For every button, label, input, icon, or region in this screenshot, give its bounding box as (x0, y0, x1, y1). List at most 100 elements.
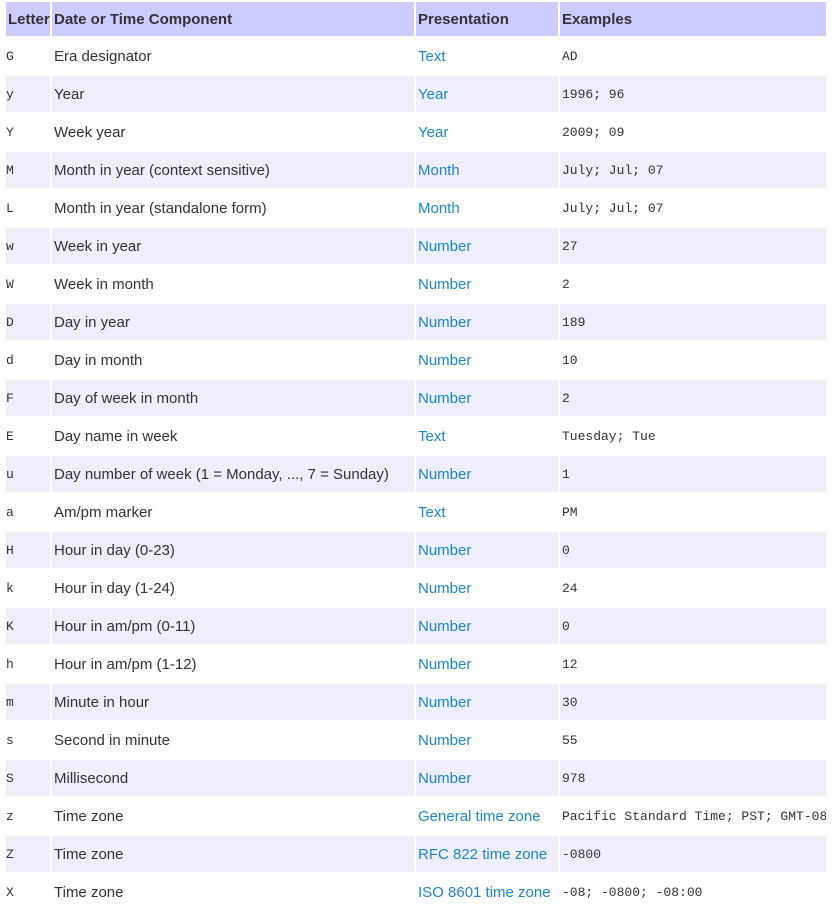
component-cell: Am/pm marker (54, 503, 153, 521)
presentation-link[interactable]: Year (416, 114, 558, 150)
letter-cell: S (6, 760, 50, 796)
presentation-link[interactable]: Number (416, 342, 558, 378)
presentation-link[interactable]: Number (416, 760, 558, 796)
component-cell: Year (52, 76, 414, 112)
table-row: M Month in year (context sensitive) Month J… (6, 152, 826, 188)
presentation-link[interactable]: RFC 822 time zone (416, 836, 558, 872)
examples-cell: AD (562, 48, 578, 64)
table-row: a Am/pm marker Text PM (6, 494, 826, 530)
examples-cell: 2 (560, 380, 826, 416)
letter-cell: y (6, 76, 50, 112)
presentation-link[interactable]: Number (416, 722, 558, 758)
presentation-link[interactable]: Text (416, 418, 558, 454)
examples-cell: 30 (560, 684, 826, 720)
presentation-link[interactable]: Number (416, 380, 558, 416)
table-row: s Second in minute Number 55 (6, 722, 826, 758)
examples-cell: 978 (560, 760, 826, 796)
letter-cell: X (6, 884, 14, 900)
letter-cell: M (6, 152, 50, 188)
examples-cell: 1996; 96 (560, 76, 826, 112)
presentation-link[interactable]: ISO 8601 time zone (416, 874, 558, 910)
table-row: K Hour in am/pm (0-11) Number 0 (6, 608, 826, 644)
header-examples: Examples (560, 2, 826, 36)
component-cell: Minute in hour (52, 684, 414, 720)
table-row: d Day in month Number 10 (6, 342, 826, 378)
letter-cell: K (6, 608, 50, 644)
presentation-link[interactable]: Text (416, 494, 558, 530)
examples-cell: Tuesday; Tue (562, 428, 656, 444)
letter-cell: E (6, 428, 14, 444)
letter-cell: D (6, 304, 50, 340)
component-cell: Hour in am/pm (1-12) (54, 655, 197, 673)
header-component: Date or Time Component (52, 2, 414, 36)
examples-cell: 12 (562, 656, 578, 672)
presentation-link[interactable]: Year (416, 76, 558, 112)
table-row: w Week in year Number 27 (6, 228, 826, 264)
component-cell: Era designator (54, 47, 152, 65)
examples-cell: PM (562, 504, 578, 520)
component-cell: Time zone (54, 883, 124, 901)
presentation-link[interactable]: Number (416, 266, 558, 302)
table-row: S Millisecond Number 978 (6, 760, 826, 796)
component-cell: Time zone (54, 807, 124, 825)
letter-cell: s (6, 732, 14, 748)
examples-cell: 0 (560, 608, 826, 644)
table-row: k Hour in day (1-24) Number 24 (6, 570, 826, 606)
presentation-link[interactable]: Month (416, 152, 558, 188)
presentation-link[interactable]: General time zone (416, 798, 558, 834)
component-cell: Day name in week (54, 427, 178, 445)
table-row: y Year Year 1996; 96 (6, 76, 826, 112)
examples-cell: 27 (560, 228, 826, 264)
table-row: L Month in year (standalone form) Month Jul… (6, 190, 826, 226)
letter-cell: H (6, 532, 50, 568)
component-cell: Week in month (54, 275, 154, 293)
table-row: H Hour in day (0-23) Number 0 (6, 532, 826, 568)
table-row: m Minute in hour Number 30 (6, 684, 826, 720)
component-cell: Second in minute (54, 731, 170, 749)
examples-cell: 24 (562, 580, 578, 596)
letter-cell: a (6, 504, 14, 520)
table-row: Y Week year Year 2009; 09 (6, 114, 826, 150)
examples-cell: 2009; 09 (562, 124, 625, 140)
letter-cell: Y (6, 124, 14, 140)
presentation-link[interactable]: Text (416, 38, 558, 74)
examples-cell: -08; -0800; -08:00 (562, 884, 703, 900)
letter-cell: h (6, 656, 14, 672)
letter-cell: Z (6, 836, 50, 872)
component-cell: Millisecond (52, 760, 414, 796)
component-cell: Hour in am/pm (0-11) (52, 608, 414, 644)
table-row: z Time zone General time zone Pacific Stand… (6, 798, 826, 834)
table-row: h Hour in am/pm (1-12) Number 12 (6, 646, 826, 682)
examples-cell: 2 (562, 276, 570, 292)
component-cell: Day of week in month (52, 380, 414, 416)
presentation-link[interactable]: Number (416, 570, 558, 606)
examples-cell: 55 (562, 732, 578, 748)
component-cell: Week in year (52, 228, 414, 264)
table-row: E Day name in week Text Tuesday; Tue (6, 418, 826, 454)
examples-cell: July; Jul; 07 (560, 152, 826, 188)
table-row: X Time zone ISO 8601 time zone -08; -0800; … (6, 874, 826, 910)
examples-cell: July; Jul; 07 (562, 200, 664, 216)
presentation-link[interactable]: Number (416, 646, 558, 682)
presentation-link[interactable]: Number (416, 228, 558, 264)
presentation-link[interactable]: Month (416, 190, 558, 226)
letter-cell: G (6, 48, 14, 64)
presentation-link[interactable]: Number (416, 456, 558, 492)
component-cell: Hour in day (1-24) (54, 579, 175, 597)
letter-cell: m (6, 684, 50, 720)
presentation-link[interactable]: Number (416, 532, 558, 568)
presentation-link[interactable]: Number (416, 684, 558, 720)
examples-cell: 189 (560, 304, 826, 340)
header-letter: Letter (6, 2, 50, 36)
letter-cell: w (6, 228, 50, 264)
table-row: Z Time zone RFC 822 time zone -0800 (6, 836, 826, 872)
letter-cell: z (6, 808, 14, 824)
examples-cell: 0 (560, 532, 826, 568)
component-cell: Day in month (54, 351, 143, 369)
letter-cell: L (6, 200, 14, 216)
table-row: u Day number of week (1 = Monday, ..., 7 … (6, 456, 826, 492)
table-row: G Era designator Text AD (6, 38, 826, 74)
date-format-table: Letter Date or Time Component Presentati… (4, 0, 828, 911)
presentation-link[interactable]: Number (416, 304, 558, 340)
presentation-link[interactable]: Number (416, 608, 558, 644)
